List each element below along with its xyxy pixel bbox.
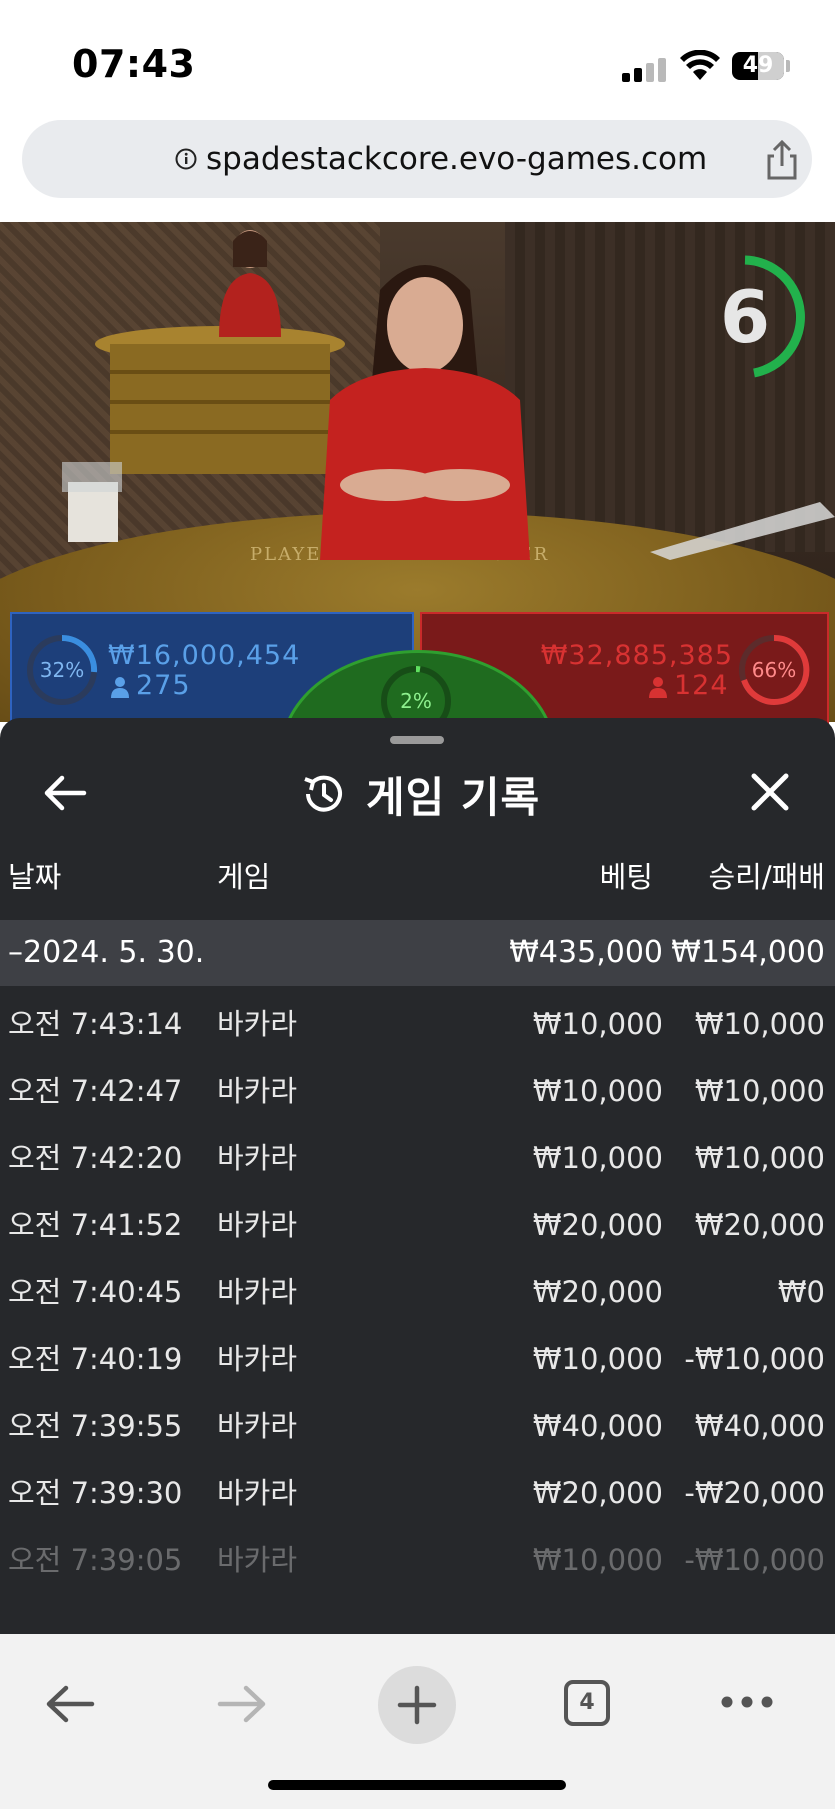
status-time: 07:43 [72,42,196,86]
close-icon[interactable] [748,770,792,814]
row-bet: ₩40,000 [532,1409,663,1443]
main-dealer [320,265,530,560]
url-text[interactable]: spadestackcore.evo-games.com [206,120,707,198]
sheet-drag-handle[interactable] [390,736,444,744]
row-time: 오전 7:41:52 [8,1208,183,1242]
row-result: -₩10,000 [684,1342,825,1376]
row-time: 오전 7:39:05 [8,1543,183,1577]
row-bet: ₩10,000 [532,1007,663,1041]
history-row[interactable]: 오전 7:39:30 바카라 ₩20,000 -₩20,000 [0,1460,835,1526]
column-header-result: 승리/패배 [708,860,826,894]
row-game: 바카라 [217,1275,298,1309]
battery-cap [786,60,790,72]
row-game: 바카라 [217,1543,298,1577]
row-game: 바카라 [217,1141,298,1175]
history-row[interactable]: 오전 7:42:20 바카라 ₩10,000 ₩10,000 [0,1125,835,1191]
row-bet: ₩10,000 [532,1074,663,1108]
plus-icon [397,1685,437,1725]
browser-forward-icon[interactable] [216,1682,268,1726]
address-bar[interactable]: spadestackcore.evo-games.com [22,120,812,198]
row-game: 바카라 [217,1342,298,1376]
player-percent: 32% [39,658,85,682]
row-game: 바카라 [217,1007,298,1041]
row-result: ₩10,000 [694,1074,825,1108]
tab-switcher-button[interactable]: 4 [564,1680,610,1726]
row-time: 오전 7:43:14 [8,1007,183,1041]
banker-count-icon [649,677,667,698]
column-header-bet: 베팅 [599,860,653,894]
day-summary-row[interactable]: –2024. 5. 30. ₩435,000 ₩154,000 [0,920,835,986]
row-time: 오전 7:42:20 [8,1141,183,1175]
status-bar: 07:43 49 [0,0,835,120]
banker-percent: 66% [751,658,797,682]
row-result: ₩20,000 [694,1208,825,1242]
row-bet: ₩20,000 [532,1275,663,1309]
row-result: ₩10,000 [694,1007,825,1041]
card-shoe [650,502,835,560]
home-indicator[interactable] [268,1780,566,1790]
day-summary-result: ₩154,000 [671,935,825,970]
history-row[interactable]: 오전 7:40:45 바카라 ₩20,000 ₩0 [0,1259,835,1325]
background-dealer [219,230,281,337]
history-row[interactable]: 오전 7:41:52 바카라 ₩20,000 ₩20,000 [0,1192,835,1258]
row-time: 오전 7:40:45 [8,1275,183,1309]
row-bet: ₩10,000 [532,1342,663,1376]
player-count-icon [111,677,129,698]
column-header-game: 게임 [217,860,271,894]
row-bet: ₩10,000 [532,1543,663,1577]
battery-level: 49 [742,53,774,78]
row-time: 오전 7:40:19 [8,1342,183,1376]
row-result: ₩10,000 [694,1141,825,1175]
row-result: -₩10,000 [684,1543,825,1577]
banker-count: 124 [674,670,729,701]
row-bet: ₩10,000 [532,1141,663,1175]
card-stack [62,462,122,542]
sheet-header: 게임 기록 [300,766,540,822]
row-result: -₩20,000 [684,1476,825,1510]
more-options-icon[interactable] [720,1694,774,1710]
sheet-title: 게임 기록 [366,772,541,822]
row-result: ₩0 [777,1275,825,1309]
new-tab-button[interactable] [378,1666,456,1744]
back-arrow-icon[interactable] [40,768,90,818]
cellular-signal-icon [622,58,668,82]
history-icon [304,775,342,812]
row-time: 오전 7:42:47 [8,1074,183,1108]
row-bet: ₩20,000 [532,1476,663,1510]
wifi-icon [680,50,720,80]
info-icon[interactable] [175,148,197,170]
history-row[interactable]: 오전 7:39:05 바카라 ₩10,000 -₩10,000 [0,1527,835,1593]
history-row[interactable]: 오전 7:39:55 바카라 ₩40,000 ₩40,000 [0,1393,835,1459]
history-row[interactable]: 오전 7:43:14 바카라 ₩10,000 ₩10,000 [0,991,835,1057]
player-bet-total: ₩16,000,454 [108,640,301,671]
battery-icon: 49 [732,52,784,80]
share-icon[interactable] [760,138,804,182]
banker-bet-total: ₩32,885,385 [540,640,733,671]
countdown-timer: 6 [719,275,771,359]
history-row[interactable]: 오전 7:42:47 바카라 ₩10,000 ₩10,000 [0,1058,835,1124]
day-summary-bet: ₩435,000 [509,935,663,970]
browser-back-icon[interactable] [44,1682,96,1726]
row-time: 오전 7:39:55 [8,1409,183,1443]
history-row[interactable]: 오전 7:40:19 바카라 ₩10,000 -₩10,000 [0,1326,835,1392]
row-game: 바카라 [217,1208,298,1242]
row-result: ₩40,000 [694,1409,825,1443]
row-game: 바카라 [217,1409,298,1443]
row-game: 바카라 [217,1476,298,1510]
row-time: 오전 7:39:30 [8,1476,183,1510]
row-game: 바카라 [217,1074,298,1108]
column-header-date: 날짜 [8,860,62,894]
day-summary-date: –2024. 5. 30. [8,935,205,970]
game-history-sheet: 게임 기록 날짜 게임 베팅 승리/패배 –2024. 5. 30. ₩435,… [0,718,835,1634]
player-count: 275 [136,670,191,701]
row-bet: ₩20,000 [532,1208,663,1242]
